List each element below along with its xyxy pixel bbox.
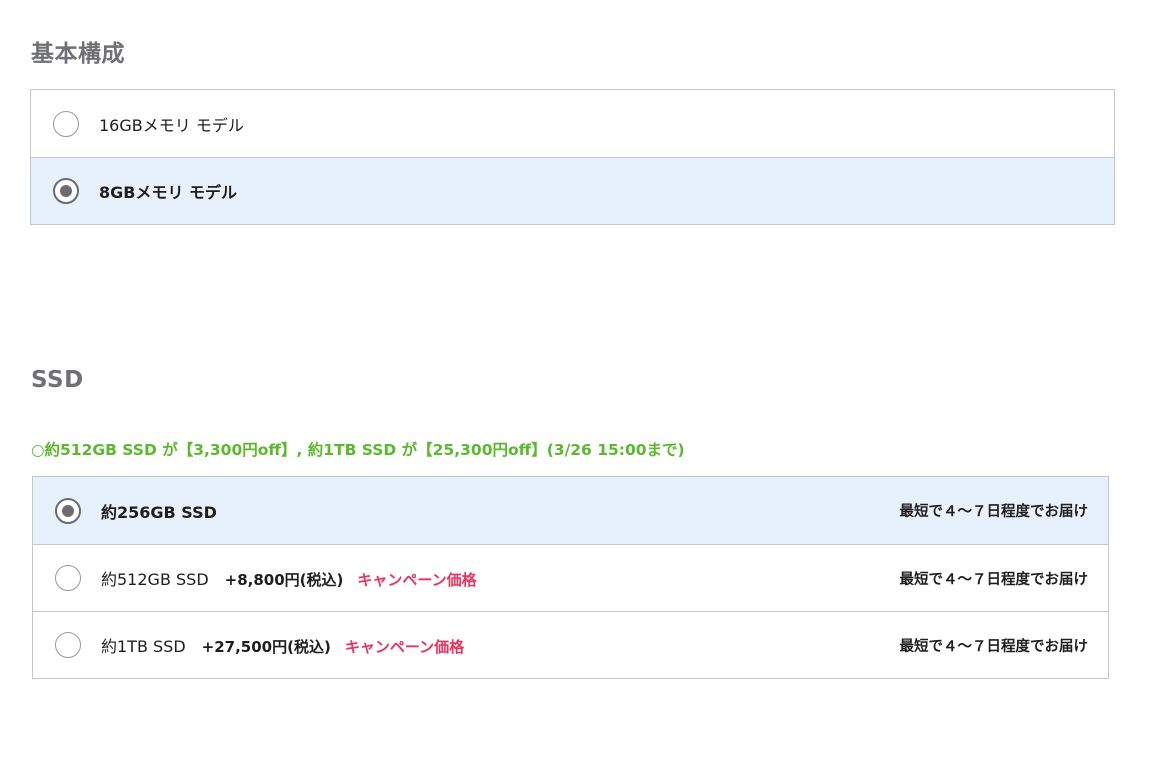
campaign-badge: キャンペーン価格 [357,571,477,589]
ssd-title: SSD [31,367,84,393]
option-price: +8,800円(税込) [224,571,344,589]
basic-config-title: 基本構成 [31,41,125,67]
option-label: 16GBメモリ モデル [99,115,244,135]
option-label: 約512GB SSD [101,570,209,589]
option-label: 8GBメモリ モデル [99,183,238,202]
delivery-estimate: 最短で４〜７日程度でお届け [899,571,1089,588]
option-label: 約1TB SSD [101,637,186,656]
delivery-estimate: 最短で４〜７日程度でお届け [899,504,1089,520]
radio-checked-icon[interactable] [53,178,79,204]
ssd-option-256gb[interactable]: 約256GB SSD 最短で４〜７日程度でお届け [33,477,1108,544]
campaign-notice: ○約512GB SSD が【3,300円off】, 約1TB SSD が【25,… [31,441,685,459]
ssd-option-512gb[interactable]: 約512GB SSD +8,800円(税込) キャンペーン価格 最短で４〜７日程度で… [33,544,1108,611]
memory-option-16gb[interactable]: 16GBメモリ モデル [31,90,1114,157]
memory-option-8gb[interactable]: 8GBメモリ モデル [31,157,1114,224]
ssd-option-1tb[interactable]: 約1TB SSD +27,500円(税込) キャンペーン価格 最短で４〜７日程度でお… [33,611,1108,678]
ssd-options: 約256GB SSD 最短で４〜７日程度でお届け 約512GB SSD +8,80… [32,476,1109,679]
radio-unchecked-icon[interactable] [55,632,81,658]
option-label-group: 約512GB SSD +8,800円(税込) キャンペーン価格 [101,566,477,590]
delivery-estimate: 最短で４〜７日程度でお届け [899,638,1089,655]
option-price: +27,500円(税込) [201,638,331,656]
option-label-group: 約1TB SSD +27,500円(税込) キャンペーン価格 [101,633,464,657]
campaign-badge: キャンペーン価格 [344,638,465,656]
option-label: 約256GB SSD [101,502,217,522]
memory-options: 16GBメモリ モデル 8GBメモリ モデル [30,89,1115,225]
radio-checked-icon[interactable] [55,497,81,524]
radio-unchecked-icon[interactable] [53,110,79,137]
radio-unchecked-icon[interactable] [55,565,81,591]
